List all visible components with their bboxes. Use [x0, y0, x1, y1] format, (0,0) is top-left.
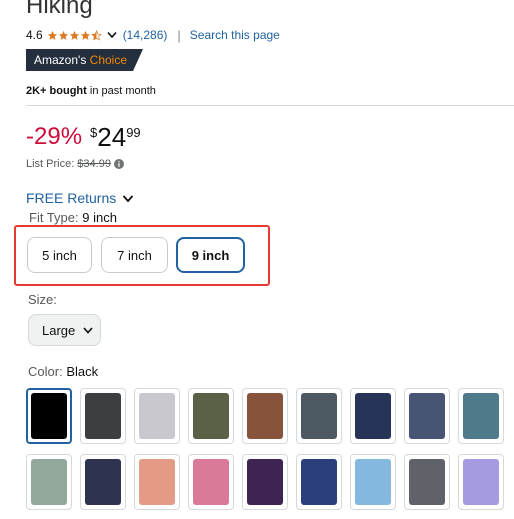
- ratings-count-link[interactable]: (14,286): [123, 28, 168, 42]
- price-whole: 24: [97, 122, 127, 152]
- color-swatch[interactable]: [26, 454, 72, 510]
- color-caption: Color:: [28, 364, 63, 379]
- color-swatch-fill: [301, 459, 337, 505]
- color-swatch-fill: [139, 459, 175, 505]
- discount-percentage: -29%: [26, 123, 83, 150]
- color-swatch[interactable]: [296, 388, 342, 444]
- color-swatch[interactable]: [458, 454, 504, 510]
- fit-option-9-inch[interactable]: 9 inch: [176, 237, 245, 273]
- star-rating[interactable]: [47, 29, 102, 41]
- color-swatch[interactable]: [242, 388, 288, 444]
- rating-row: 4.6 (14,286) | Search this page: [26, 27, 280, 43]
- chevron-down-icon: [83, 326, 93, 334]
- search-this-page-link[interactable]: Search this page: [190, 28, 280, 42]
- color-swatch-fill: [247, 459, 283, 505]
- chevron-down-icon[interactable]: [107, 31, 117, 39]
- color-swatch-fill: [409, 393, 445, 439]
- fit-type-caption: Fit Type:: [29, 210, 79, 225]
- list-price-label: List Price:: [26, 158, 75, 170]
- color-swatch[interactable]: [296, 454, 342, 510]
- amazons-choice-badge[interactable]: Amazon's Choice: [26, 49, 143, 71]
- fit-type-label: Fit Type: 9 inch: [29, 210, 117, 225]
- color-swatch[interactable]: [134, 388, 180, 444]
- color-swatch[interactable]: [404, 388, 450, 444]
- price-fraction: 99: [126, 125, 141, 140]
- fit-option-5-inch[interactable]: 5 inch: [27, 237, 92, 273]
- color-swatch-fill: [31, 459, 67, 505]
- color-swatch[interactable]: [80, 388, 126, 444]
- color-swatch[interactable]: [188, 454, 234, 510]
- half-star-icon: [90, 29, 102, 41]
- color-swatch-fill: [463, 459, 499, 505]
- badge-text: Amazon's Choice: [34, 53, 127, 67]
- fit-option-7-inch[interactable]: 7 inch: [101, 237, 168, 273]
- rating-value: 4.6: [26, 28, 43, 42]
- star-icon: [69, 30, 79, 40]
- color-swatch-fill: [31, 393, 67, 439]
- color-swatch[interactable]: [458, 388, 504, 444]
- list-price-value: $34.99: [77, 158, 111, 170]
- separator: |: [177, 27, 181, 43]
- price-symbol: $: [90, 125, 98, 140]
- color-swatch[interactable]: [242, 454, 288, 510]
- info-icon[interactable]: [113, 159, 124, 169]
- color-swatch-fill: [85, 393, 121, 439]
- free-returns-link[interactable]: FREE Returns: [26, 190, 134, 206]
- bought-count: 2K+ bought: [26, 85, 87, 97]
- color-swatch-fill: [409, 459, 445, 505]
- color-swatch[interactable]: [350, 454, 396, 510]
- bought-in-past-month: 2K+ bought in past month: [26, 85, 156, 97]
- chevron-down-icon: [123, 194, 134, 202]
- color-swatch[interactable]: [188, 388, 234, 444]
- color-swatch-fill: [463, 393, 499, 439]
- color-selected: Black: [66, 364, 99, 379]
- color-swatch[interactable]: [404, 454, 450, 510]
- size-label: Size:: [28, 292, 57, 307]
- color-swatch-fill: [193, 459, 229, 505]
- product-title: Hiking: [26, 0, 93, 19]
- bought-period: in past month: [89, 85, 156, 97]
- color-swatch-fill: [301, 393, 337, 439]
- color-swatch-fill: [355, 459, 391, 505]
- color-swatch-fill: [139, 393, 175, 439]
- size-dropdown[interactable]: Large: [28, 314, 101, 346]
- color-swatch-fill: [355, 393, 391, 439]
- price-block: -29% $ 24 99: [26, 122, 141, 152]
- list-price: List Price: $34.99: [26, 158, 124, 170]
- color-swatch[interactable]: [134, 454, 180, 510]
- color-swatch-fill: [193, 393, 229, 439]
- color-swatch-fill: [247, 393, 283, 439]
- star-icon: [80, 30, 90, 40]
- star-icon: [47, 30, 57, 40]
- color-swatch-fill: [85, 459, 121, 505]
- size-selected-value: Large: [42, 322, 76, 338]
- badge-prefix: Amazon's: [34, 53, 87, 67]
- color-swatch[interactable]: [350, 388, 396, 444]
- badge-suffix: Choice: [89, 53, 128, 67]
- color-swatch[interactable]: [26, 388, 72, 444]
- divider: [26, 105, 514, 106]
- fit-type-selected: 9 inch: [82, 210, 117, 225]
- color-swatch[interactable]: [80, 454, 126, 510]
- color-label: Color: Black: [28, 364, 98, 379]
- free-returns-label: FREE Returns: [26, 190, 117, 206]
- star-icon: [58, 30, 68, 40]
